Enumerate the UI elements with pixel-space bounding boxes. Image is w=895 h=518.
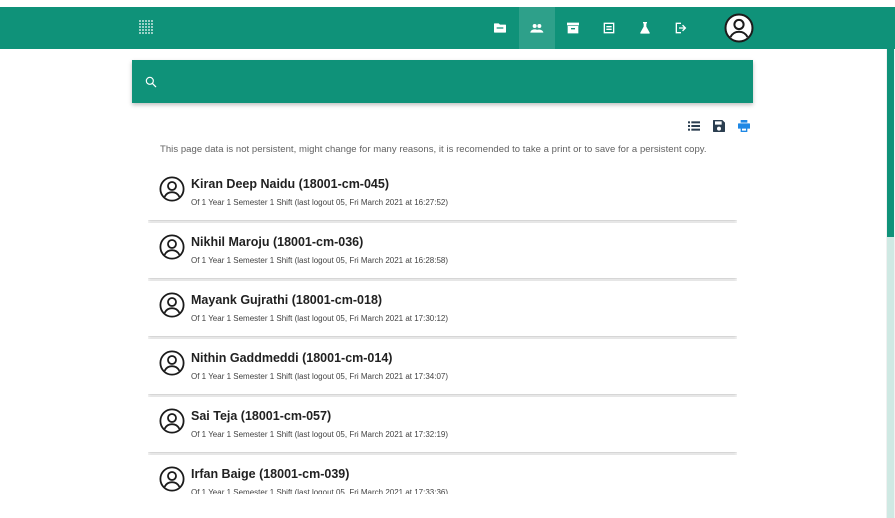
top-app-bar [0, 7, 895, 49]
print-icon[interactable] [736, 118, 752, 134]
student-name: Kiran Deep Naidu (18001-cm-045) [191, 177, 389, 191]
flask-icon [640, 22, 650, 34]
list-toolbar [686, 118, 752, 134]
nav-students-button[interactable] [519, 7, 555, 49]
student-detail: Of 1 Year 1 Semester 1 Shift (last logou… [191, 430, 449, 439]
nav-document-button[interactable] [591, 7, 627, 49]
save-icon[interactable] [711, 118, 727, 134]
student-detail: Of 1 Year 1 Semester 1 Shift (last logou… [191, 372, 449, 381]
nav-logout-button[interactable] [663, 7, 699, 49]
account-circle-icon [159, 466, 185, 492]
student-name: Nithin Gaddmeddi (18001-cm-014) [191, 351, 393, 365]
student-name: Nikhil Maroju (18001-cm-036) [191, 235, 364, 249]
app-window: This page data is not persistent, might … [0, 0, 895, 518]
list-icon[interactable] [686, 118, 702, 134]
search-bar[interactable] [132, 60, 753, 103]
student-card[interactable]: Nikhil Maroju (18001-cm-036) Of 1 Year 1 … [148, 223, 737, 278]
account-circle-icon [159, 234, 185, 260]
account-circle-icon[interactable] [724, 13, 754, 43]
nav-folder-button[interactable] [482, 7, 518, 49]
student-detail: Of 1 Year 1 Semester 1 Shift (last logou… [191, 198, 449, 207]
logout-icon [675, 22, 687, 34]
people-icon [530, 24, 544, 33]
document-icon [603, 22, 615, 34]
student-card[interactable]: Sai Teja (18001-cm-057) Of 1 Year 1 Semes… [148, 397, 737, 452]
archive-icon [567, 22, 579, 34]
persistence-notice: This page data is not persistent, might … [160, 144, 707, 155]
student-name: Sai Teja (18001-cm-057) [191, 409, 332, 423]
student-card[interactable]: Nithin Gaddmeddi (18001-cm-014) Of 1 Year… [148, 339, 737, 394]
grid-dots-logo-icon[interactable] [137, 18, 155, 36]
student-list: Kiran Deep Naidu (18001-cm-045) Of 1 Year… [148, 165, 737, 494]
student-card[interactable]: Irfan Baige (18001-cm-039) Of 1 Year 1 Se… [148, 455, 737, 494]
student-card[interactable]: Mayank Gujrathi (18001-cm-018) Of 1 Year … [148, 281, 737, 336]
student-name: Irfan Baige (18001-cm-039) [191, 467, 350, 481]
account-circle-icon [159, 176, 185, 202]
nav-archive-button[interactable] [555, 7, 591, 49]
account-circle-icon [159, 408, 185, 434]
folder-icon [494, 23, 506, 33]
student-detail: Of 1 Year 1 Semester 1 Shift (last logou… [191, 256, 449, 265]
student-detail: Of 1 Year 1 Semester 1 Shift (last logou… [191, 314, 449, 323]
student-name: Mayank Gujrathi (18001-cm-018) [191, 293, 383, 307]
search-icon [145, 76, 157, 87]
student-detail: Of 1 Year 1 Semester 1 Shift (last logou… [191, 488, 449, 494]
account-circle-icon [159, 350, 185, 376]
scrollbar-thumb[interactable] [887, 49, 894, 237]
nav-lab-button[interactable] [627, 7, 663, 49]
account-circle-icon [159, 292, 185, 318]
student-card[interactable]: Kiran Deep Naidu (18001-cm-045) Of 1 Year… [148, 165, 737, 220]
search-input[interactable] [158, 60, 753, 103]
scrollbar-track-lower [887, 237, 894, 518]
